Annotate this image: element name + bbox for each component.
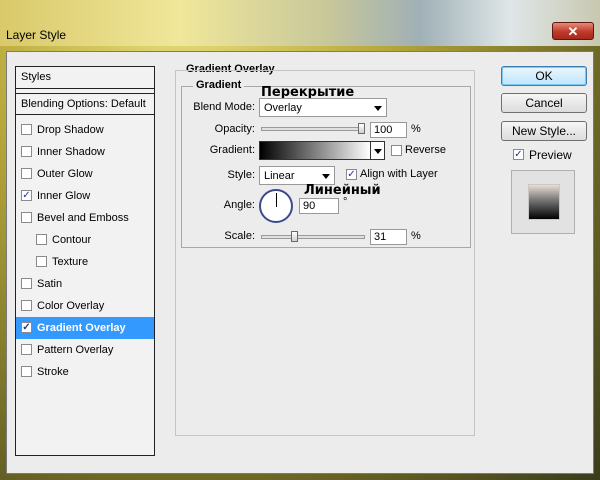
style-item[interactable]: Pattern Overlay xyxy=(16,339,154,361)
align-with-layer-label: Align with Layer xyxy=(360,168,438,180)
style-item-checkbox[interactable] xyxy=(21,344,32,355)
scale-slider-thumb[interactable] xyxy=(291,231,299,242)
style-item-checkbox[interactable]: ✓ xyxy=(21,190,32,201)
cancel-button[interactable]: Cancel xyxy=(501,93,587,113)
ok-button[interactable]: OK xyxy=(501,66,587,86)
angle-needle xyxy=(276,193,277,207)
scale-slider[interactable] xyxy=(261,235,365,239)
style-item-label: Stroke xyxy=(37,366,69,378)
style-item-label: Inner Glow xyxy=(37,190,91,202)
style-value: Linear xyxy=(264,170,295,182)
opacity-label: Opacity: xyxy=(214,123,255,135)
styles-list: Styles Blending Options: Default Drop Sh… xyxy=(15,66,155,456)
group-title: Gradient xyxy=(193,79,245,91)
style-item-label: Inner Shadow xyxy=(37,146,105,158)
gradient-preview-bar[interactable] xyxy=(259,141,371,160)
new-style-button[interactable]: New Style... xyxy=(501,121,587,141)
angle-unit: ° xyxy=(343,196,348,208)
style-item-label: Gradient Overlay xyxy=(37,322,126,334)
scale-unit: % xyxy=(411,230,421,242)
style-item-checkbox[interactable] xyxy=(21,124,32,135)
style-item[interactable]: Drop Shadow xyxy=(16,119,154,141)
style-item[interactable]: ✓ Gradient Overlay xyxy=(16,317,154,339)
angle-label: Angle: xyxy=(223,199,255,211)
reverse-checkbox[interactable] xyxy=(391,145,402,156)
style-item-checkbox[interactable] xyxy=(36,234,47,245)
opacity-slider-thumb[interactable] xyxy=(358,123,365,134)
style-item[interactable]: ✓ Inner Glow xyxy=(16,185,154,207)
preview-swatch xyxy=(528,184,560,220)
layer-style-window: Layer Style ✕ Styles Blending Options: D… xyxy=(0,0,600,480)
close-button[interactable]: ✕ xyxy=(552,22,594,40)
style-item[interactable]: Outer Glow xyxy=(16,163,154,185)
blend-mode-value: Overlay xyxy=(264,102,302,114)
chevron-down-icon xyxy=(374,106,382,111)
style-item[interactable]: Bevel and Emboss xyxy=(16,207,154,229)
style-item-label: Outer Glow xyxy=(37,168,93,180)
style-item-label: Bevel and Emboss xyxy=(37,212,129,224)
style-item-checkbox[interactable] xyxy=(21,168,32,179)
window-title: Layer Style xyxy=(6,28,67,42)
scale-label: Scale: xyxy=(224,230,255,242)
style-item[interactable]: Color Overlay xyxy=(16,295,154,317)
style-item-label: Pattern Overlay xyxy=(37,344,114,356)
preview-box xyxy=(511,170,575,234)
preview-checkbox[interactable]: ✓ xyxy=(513,149,524,160)
style-label: Style: xyxy=(227,169,255,181)
style-item-label: Texture xyxy=(52,256,89,268)
style-item[interactable]: Inner Shadow xyxy=(16,141,154,163)
style-item-checkbox[interactable] xyxy=(36,256,47,267)
style-item-label: Drop Shadow xyxy=(37,124,104,136)
gradient-label: Gradient: xyxy=(209,144,255,156)
blend-mode-dropdown[interactable]: Overlay xyxy=(259,98,387,117)
style-item-label: Color Overlay xyxy=(37,300,105,312)
style-item[interactable]: Texture xyxy=(16,251,154,273)
style-item[interactable]: Stroke xyxy=(16,361,154,383)
style-item-checkbox[interactable] xyxy=(21,366,32,377)
opacity-input[interactable]: 100 xyxy=(370,122,407,138)
style-item[interactable]: Contour xyxy=(16,229,154,251)
style-item-checkbox[interactable] xyxy=(21,212,32,223)
style-item-label: Satin xyxy=(37,278,63,290)
opacity-unit: % xyxy=(411,123,421,135)
style-item-checkbox[interactable]: ✓ xyxy=(21,322,32,333)
style-item-label: Contour xyxy=(52,234,92,246)
style-item-checkbox[interactable] xyxy=(21,278,32,289)
style-item[interactable]: Satin xyxy=(16,273,154,295)
chevron-down-icon xyxy=(322,174,330,179)
gradient-picker-arrow[interactable] xyxy=(371,141,385,160)
angle-input[interactable]: 90 xyxy=(299,198,339,214)
blending-options-item[interactable]: Blending Options: Default xyxy=(16,93,154,115)
reverse-label: Reverse xyxy=(405,144,446,156)
opacity-slider[interactable] xyxy=(261,127,365,131)
blend-mode-label: Blend Mode: xyxy=(193,101,255,113)
styles-header[interactable]: Styles xyxy=(16,67,154,89)
preview-label: Preview xyxy=(529,148,572,162)
title-bar[interactable]: Layer Style ✕ xyxy=(0,0,600,46)
scale-input[interactable]: 31 xyxy=(370,229,407,245)
dialog-body: Styles Blending Options: Default Drop Sh… xyxy=(6,51,594,474)
style-item-checkbox[interactable] xyxy=(21,300,32,311)
align-with-layer-checkbox[interactable]: ✓ xyxy=(346,169,357,180)
style-item-checkbox[interactable] xyxy=(21,146,32,157)
angle-dial[interactable] xyxy=(259,189,293,223)
